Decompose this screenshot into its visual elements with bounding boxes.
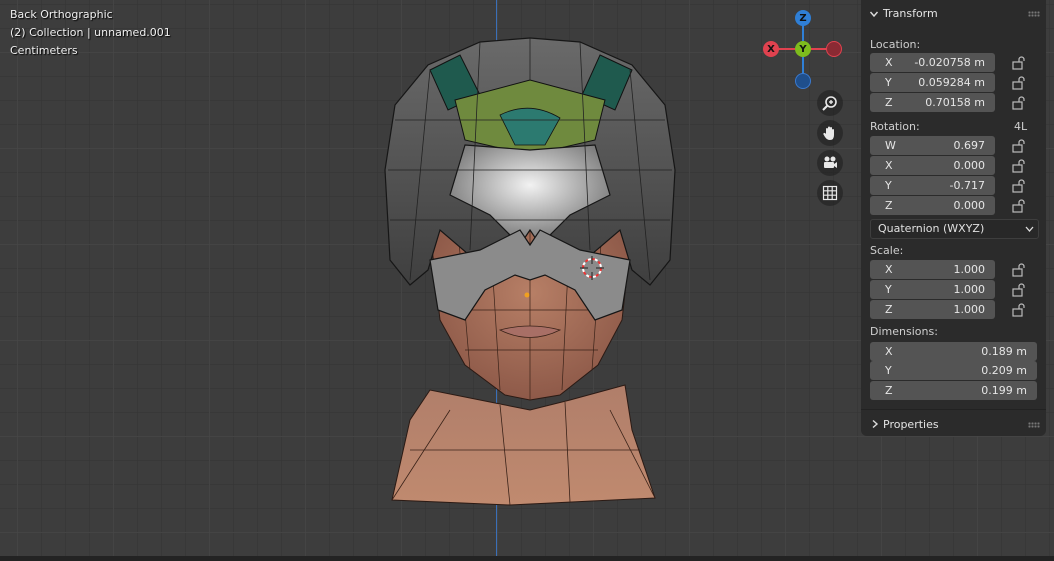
- rotation-y-field[interactable]: Y -0.717: [870, 176, 995, 195]
- axis-label: Z: [885, 199, 893, 212]
- axis-label: Y: [885, 283, 892, 296]
- drag-handle-icon[interactable]: [1028, 11, 1040, 17]
- dimensions-x-field[interactable]: X 0.189 m: [870, 342, 1037, 361]
- lock-icon[interactable]: [1011, 96, 1027, 110]
- scale-z-field[interactable]: Z 1.000: [870, 300, 995, 319]
- axis-label: X: [885, 159, 893, 172]
- head-model[interactable]: [370, 30, 690, 520]
- gizmo-neg-z-button[interactable]: [795, 73, 811, 89]
- location-y-field[interactable]: Y 0.059284 m: [870, 73, 995, 92]
- field-value: 0.199 m: [981, 384, 1027, 397]
- pan-hand-icon[interactable]: [817, 120, 843, 146]
- camera-icon[interactable]: [817, 150, 843, 176]
- field-value: -0.717: [949, 179, 985, 192]
- field-value: 0.697: [953, 139, 986, 152]
- dimensions-label: Dimensions:: [870, 325, 938, 338]
- gizmo-x-button[interactable]: X: [763, 41, 779, 57]
- axis-label: X: [885, 56, 893, 69]
- axis-label: X: [885, 345, 893, 358]
- orientation-gizmo[interactable]: Z X Y: [760, 8, 850, 92]
- field-value: 1.000: [953, 263, 986, 276]
- axis-label: Z: [885, 303, 893, 316]
- view-name-label: Back Orthographic: [10, 8, 113, 21]
- chevron-right-icon[interactable]: [870, 419, 880, 429]
- neck-mesh: [391, 384, 656, 506]
- transform-header[interactable]: Transform: [883, 7, 938, 20]
- axis-label: Y: [885, 76, 892, 89]
- location-z-field[interactable]: Z 0.70158 m: [870, 93, 995, 112]
- field-value: 0.000: [953, 159, 986, 172]
- sidebar-panel: Transform Location: X -0.020758 m Y 0.0592…: [861, 0, 1046, 436]
- zoom-icon[interactable]: [817, 90, 843, 116]
- field-value: 1.000: [953, 283, 986, 296]
- scale-x-field[interactable]: X 1.000: [870, 260, 995, 279]
- location-x-field[interactable]: X -0.020758 m: [870, 53, 995, 72]
- scale-y-field[interactable]: Y 1.000: [870, 280, 995, 299]
- rotation-mode-dropdown[interactable]: Quaternion (WXYZ): [870, 219, 1039, 239]
- axis-label: Z: [885, 384, 893, 397]
- lock-icon[interactable]: [1011, 199, 1027, 213]
- units-label: Centimeters: [10, 44, 78, 57]
- field-value: 0.189 m: [981, 345, 1027, 358]
- rotation-w-field[interactable]: W 0.697: [870, 136, 995, 155]
- axis-label: Z: [885, 96, 893, 109]
- lock-icon[interactable]: [1011, 56, 1027, 70]
- field-value: 0.059284 m: [918, 76, 985, 89]
- lock-icon[interactable]: [1011, 76, 1027, 90]
- field-value: 0.70158 m: [925, 96, 985, 109]
- 3d-cursor-icon: [580, 256, 604, 280]
- field-value: 1.000: [953, 303, 986, 316]
- lock-icon[interactable]: [1011, 139, 1027, 153]
- bottom-edge: [0, 556, 1054, 561]
- rotation-z-field[interactable]: Z 0.000: [870, 196, 995, 215]
- 3d-viewport[interactable]: Back Orthographic (2) Collection | unnam…: [0, 0, 1054, 556]
- drag-handle-icon[interactable]: [1028, 422, 1040, 428]
- location-label: Location:: [870, 38, 921, 51]
- collection-info-label: (2) Collection | unnamed.001: [10, 26, 171, 39]
- lock-icon[interactable]: [1011, 179, 1027, 193]
- gizmo-neg-x-button[interactable]: [826, 41, 842, 57]
- axis-label: X: [885, 263, 893, 276]
- axis-label: Y: [885, 364, 892, 377]
- rotation-label: Rotation:: [870, 120, 920, 133]
- lock-icon[interactable]: [1011, 303, 1027, 317]
- object-origin: [524, 292, 530, 298]
- lock-icon[interactable]: [1011, 283, 1027, 297]
- dimensions-y-field[interactable]: Y 0.209 m: [870, 361, 1037, 380]
- field-value: -0.020758 m: [914, 56, 985, 69]
- axis-label: Y: [885, 179, 892, 192]
- field-value: 0.000: [953, 199, 986, 212]
- rotation-4l-toggle[interactable]: 4L: [1014, 120, 1027, 133]
- chevron-down-icon: [1025, 226, 1034, 232]
- helmet-mesh: [384, 37, 676, 321]
- lock-icon[interactable]: [1011, 159, 1027, 173]
- dimensions-z-field[interactable]: Z 0.199 m: [870, 381, 1037, 400]
- chevron-down-icon[interactable]: [869, 9, 879, 19]
- field-value: 0.209 m: [981, 364, 1027, 377]
- lock-icon[interactable]: [1011, 263, 1027, 277]
- gizmo-z-button[interactable]: Z: [795, 10, 811, 26]
- grid-icon[interactable]: [817, 180, 843, 206]
- panel-divider: [861, 409, 1046, 410]
- scale-label: Scale:: [870, 244, 904, 257]
- rotation-x-field[interactable]: X 0.000: [870, 156, 995, 175]
- rotation-mode-value: Quaternion (WXYZ): [878, 222, 985, 235]
- properties-header[interactable]: Properties: [883, 418, 939, 431]
- axis-label: W: [885, 139, 896, 152]
- gizmo-y-button[interactable]: Y: [795, 41, 811, 57]
